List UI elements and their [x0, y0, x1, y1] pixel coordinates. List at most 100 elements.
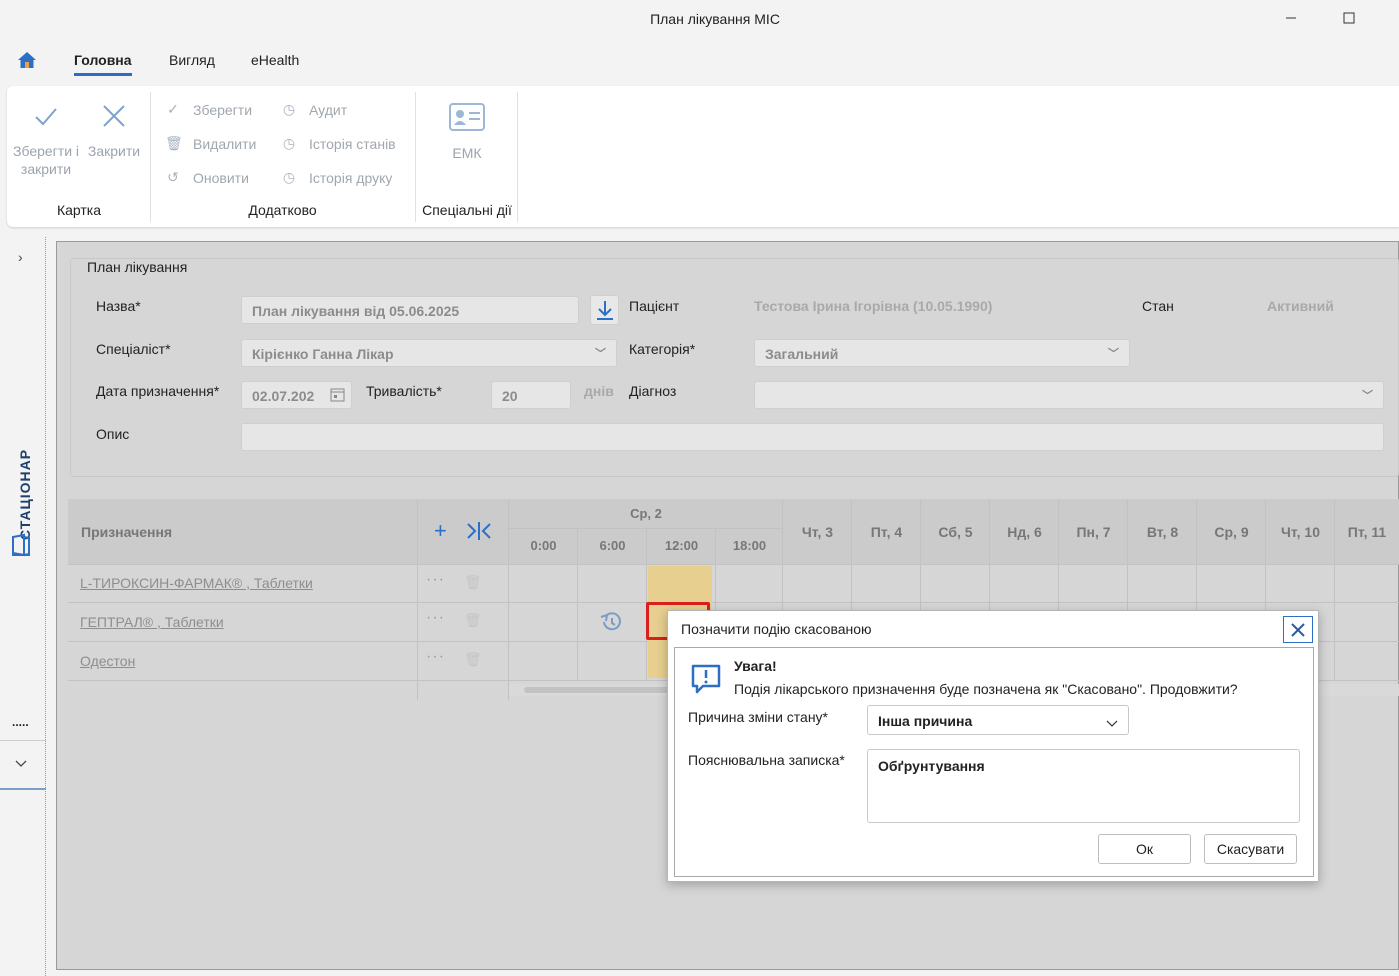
category-label: Категорія* — [629, 341, 696, 357]
tab-ehealth[interactable]: eHealth — [251, 52, 299, 76]
home-icon[interactable] — [17, 51, 37, 72]
tab-home[interactable]: Головна — [74, 52, 132, 76]
emk-button[interactable]: ЕМК — [440, 102, 494, 162]
save-and-close-button[interactable]: Зберегти і закрити — [13, 102, 79, 178]
close-icon[interactable] — [1283, 616, 1313, 643]
specialist-select[interactable]: Кірієнко Ганна Лікар ﹀ — [241, 339, 617, 367]
emk-label: ЕМК — [452, 145, 482, 161]
group-label-card: Картка — [56, 202, 102, 218]
cancel-button[interactable]: Скасувати — [1204, 834, 1297, 864]
divider — [508, 499, 509, 700]
table-row: L-ТИРОКСИН-ФАРМАК® , Таблетки ··· 🗑 — [68, 565, 508, 602]
check-small-icon: ✓ — [167, 101, 179, 117]
chevron-down-icon — [1106, 715, 1118, 731]
chevron-down-icon[interactable] — [15, 755, 27, 771]
save-button[interactable]: ✓ Зберегти — [165, 101, 252, 118]
side-panel-more[interactable]: ..... — [12, 715, 29, 729]
history-icon[interactable] — [599, 611, 623, 636]
minimize-icon[interactable] — [1268, 0, 1314, 36]
duration-unit: днів — [584, 383, 614, 399]
date-field[interactable]: 02.07.202 — [241, 381, 352, 409]
day-column-header: Ср, 9 — [1214, 524, 1249, 540]
day-column-header: Пт, 4 — [870, 524, 903, 540]
more-options-icon[interactable]: ··· — [426, 648, 445, 666]
audit-button[interactable]: ◷ Аудит — [281, 101, 347, 118]
tab-view[interactable]: Вигляд — [169, 52, 215, 76]
add-icon[interactable]: + — [434, 520, 447, 542]
print-history-button[interactable]: ◷ Історія друку — [281, 169, 393, 186]
specialist-label: Спеціаліст* — [96, 341, 171, 357]
divider — [577, 528, 578, 680]
close-icon — [84, 102, 144, 134]
side-panel-label[interactable]: СТАЦІОНАР — [17, 449, 33, 540]
warning-message-icon — [689, 662, 723, 699]
ribbon-separator — [517, 92, 518, 222]
description-field[interactable] — [241, 423, 1384, 451]
download-icon[interactable] — [590, 295, 619, 325]
day-group-label: Ср, 2 — [630, 506, 662, 521]
dialog-body: Увага! Подія лікарського призначення буд… — [674, 647, 1314, 877]
table-row: Одестон ··· 🗑 — [68, 642, 508, 680]
state-history-button[interactable]: ◷ Історія станів — [281, 135, 396, 152]
trash-icon[interactable]: 🗑 — [464, 651, 482, 668]
ok-button[interactable]: Ок — [1098, 834, 1191, 864]
more-options-icon[interactable]: ··· — [426, 571, 445, 589]
trash-icon[interactable]: 🗑 — [464, 612, 482, 629]
row-link[interactable]: Одестон — [80, 653, 135, 669]
clock-icon: ◷ — [282, 169, 296, 185]
save-and-close-label: Зберегти і закрити — [13, 143, 80, 177]
day-column-header: Пт, 11 — [1347, 524, 1387, 540]
trash-icon[interactable]: 🗑 — [464, 574, 482, 591]
name-field[interactable]: План лікування від 05.06.2025 — [241, 296, 579, 324]
day-column-header: Сб, 5 — [938, 524, 973, 540]
hour-label: 12:00 — [664, 538, 699, 553]
ribbon-separator — [415, 92, 416, 222]
maximize-icon[interactable] — [1326, 0, 1372, 36]
warning-title: Увага! — [734, 658, 777, 674]
day-column-header: Нд, 6 — [1007, 524, 1042, 540]
side-panel: › СТАЦІОНАР ..... — [0, 237, 46, 976]
row-link[interactable]: L-ТИРОКСИН-ФАРМАК® , Таблетки — [80, 575, 313, 591]
chevron-right-icon[interactable]: › — [18, 249, 23, 265]
chevron-down-icon: ﹀ — [1362, 390, 1373, 402]
close-label: Закрити — [87, 143, 141, 159]
group-label-special: Спеціальні дії — [422, 202, 512, 218]
name-label: Назва* — [96, 298, 141, 314]
scrollbar-thumb[interactable] — [524, 687, 674, 693]
clock-icon: ◷ — [282, 135, 296, 151]
collapse-columns-icon[interactable] — [466, 521, 492, 544]
grid-header-label: Призначення — [81, 524, 173, 540]
more-options-icon[interactable]: ··· — [426, 609, 445, 627]
chevron-down-icon: ﹀ — [595, 348, 606, 360]
patient-label: Пацієнт — [629, 298, 680, 314]
reason-label: Причина зміни стану* — [688, 709, 829, 725]
divider — [1334, 499, 1335, 680]
id-card-icon — [440, 102, 494, 136]
plan-legend: План лікування — [84, 259, 191, 275]
dialog-title: Позначити подію скасованою — [681, 621, 872, 637]
delete-button[interactable]: 🗑 Видалити — [165, 135, 256, 152]
duration-field[interactable]: 20 — [491, 381, 571, 409]
state-label: Стан — [1142, 298, 1174, 314]
trash-icon: 🗑 — [165, 135, 183, 151]
title-bar: План лікування МІС — [0, 0, 1399, 40]
chevron-down-icon: ﹀ — [1108, 348, 1119, 360]
hour-label: 18:00 — [732, 538, 767, 553]
ribbon-separator — [150, 92, 151, 222]
note-textarea[interactable]: Обґрунтування — [867, 749, 1300, 823]
note-label: Пояснювальна записка* — [688, 752, 845, 768]
window-title: План лікування МІС — [650, 11, 780, 27]
duration-label: Тривалість* — [366, 383, 442, 399]
divider — [0, 740, 46, 741]
refresh-button[interactable]: ↺ Оновити — [165, 169, 249, 186]
close-button[interactable]: Закрити — [84, 102, 144, 160]
diagnosis-select[interactable]: ﹀ — [754, 381, 1384, 409]
category-select[interactable]: Загальний ﹀ — [754, 339, 1130, 367]
refresh-icon: ↺ — [167, 169, 179, 185]
state-value: Активний — [1267, 298, 1334, 314]
row-link[interactable]: ГЕПТРАЛ® , Таблетки — [80, 614, 224, 630]
diagnosis-label: Діагноз — [629, 383, 677, 399]
reason-select[interactable]: Інша причина — [867, 705, 1129, 735]
day-column-header: Пн, 7 — [1076, 524, 1111, 540]
calendar-icon[interactable] — [330, 387, 345, 405]
